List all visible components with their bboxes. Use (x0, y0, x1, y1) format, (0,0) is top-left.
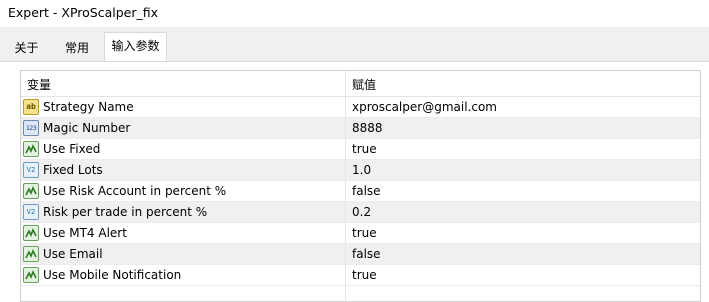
parameters-grid: 变量 赋值 ab Strategy Name xproscalper@gmail.c… (20, 70, 701, 302)
parameter-name: Magic Number (43, 121, 131, 135)
parameter-value[interactable]: 8888 (352, 121, 383, 135)
cell-separator (345, 139, 346, 159)
parameter-name: Risk per trade in percent % (43, 205, 208, 219)
boolean-type-icon (23, 267, 39, 283)
integer-type-icon: 123 (23, 120, 39, 136)
parameter-value[interactable]: 0.2 (352, 205, 371, 219)
grid-header: 变量 赋值 (21, 71, 700, 97)
column-header-variable[interactable]: 变量 (27, 76, 51, 93)
cell-separator (345, 181, 346, 201)
cell-separator (345, 202, 346, 222)
parameter-row[interactable]: 123 Magic Number 8888 (21, 118, 700, 139)
boolean-type-icon (23, 225, 39, 241)
parameter-name: Use Mobile Notification (43, 268, 182, 282)
parameter-name: Use Risk Account in percent % (43, 184, 227, 198)
inputs-panel: 变量 赋值 ab Strategy Name xproscalper@gmail.c… (0, 62, 709, 302)
parameter-rows: ab Strategy Name xproscalper@gmail.com 123 M… (21, 97, 700, 286)
parameter-value[interactable]: true (352, 142, 377, 156)
cell-separator (345, 160, 346, 180)
double-type-icon: V2 (23, 162, 39, 178)
parameter-value[interactable]: xproscalper@gmail.com (352, 100, 497, 114)
tab-strip: 关于 常用 输入参数 (0, 27, 709, 62)
parameter-name: Strategy Name (43, 100, 134, 114)
parameter-row[interactable]: V2 Risk per trade in percent % 0.2 (21, 202, 700, 223)
boolean-type-icon (23, 141, 39, 157)
parameter-row[interactable]: Use Email false (21, 244, 700, 265)
parameter-name: Use Fixed (43, 142, 101, 156)
parameter-value[interactable]: false (352, 184, 381, 198)
window-title: Expert - XProScalper_fix (8, 5, 159, 20)
parameter-value[interactable]: true (352, 268, 377, 282)
double-type-icon: V2 (23, 204, 39, 220)
cell-separator (345, 265, 346, 285)
parameter-row[interactable]: Use Mobile Notification true (21, 265, 700, 286)
cell-separator (345, 223, 346, 243)
parameter-name: Use MT4 Alert (43, 226, 127, 240)
window-edge (703, 62, 709, 300)
cell-separator (345, 97, 346, 117)
tab-about[interactable]: 关于 (6, 36, 47, 60)
parameter-name: Use Email (43, 247, 103, 261)
parameter-row[interactable]: Use Risk Account in percent % false (21, 181, 700, 202)
boolean-type-icon (23, 246, 39, 262)
tab-common[interactable]: 常用 (54, 36, 100, 60)
boolean-type-icon (23, 183, 39, 199)
parameter-value[interactable]: false (352, 247, 381, 261)
parameter-name: Fixed Lots (43, 163, 103, 177)
parameter-row[interactable]: ab Strategy Name xproscalper@gmail.com (21, 97, 700, 118)
parameter-row[interactable]: Use Fixed true (21, 139, 700, 160)
tab-inputs[interactable]: 输入参数 (104, 32, 167, 61)
column-header-value[interactable]: 赋值 (352, 76, 376, 93)
string-type-icon: ab (23, 99, 39, 115)
parameter-row[interactable]: Use MT4 Alert true (21, 223, 700, 244)
parameter-value[interactable]: 1.0 (352, 163, 371, 177)
parameter-row[interactable]: V2 Fixed Lots 1.0 (21, 160, 700, 181)
cell-separator (345, 244, 346, 264)
parameter-value[interactable]: true (352, 226, 377, 240)
cell-separator (345, 118, 346, 138)
title-bar: Expert - XProScalper_fix (0, 0, 709, 27)
